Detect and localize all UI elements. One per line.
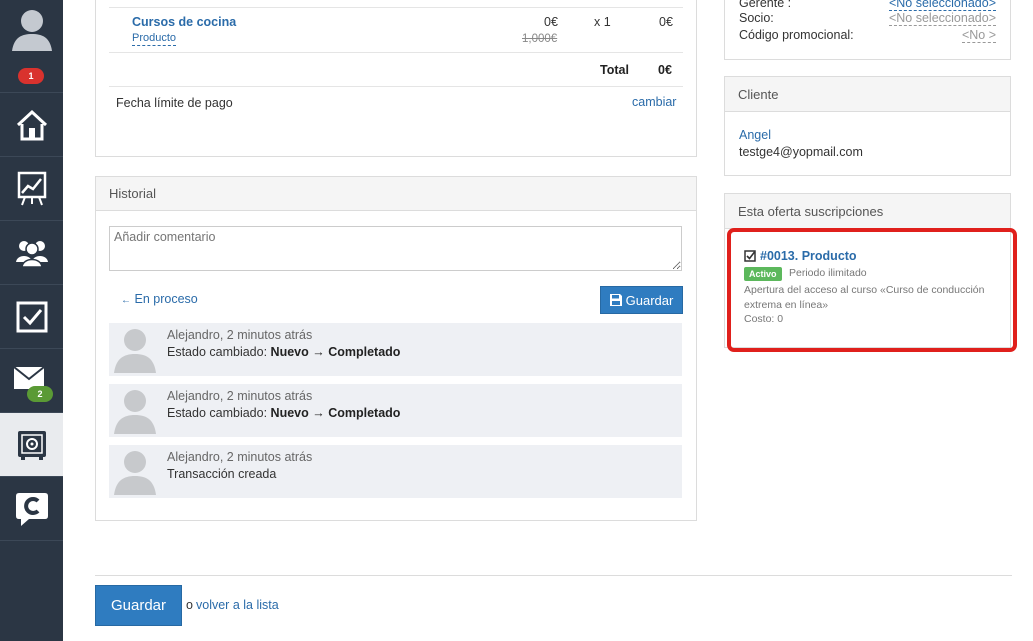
promo-label: Código promocional: <box>739 28 854 42</box>
order-panel: Cursos de cocina Producto 0€ 1,000€ x 1 … <box>95 0 697 157</box>
divider <box>109 7 683 8</box>
history-entry-from: Nuevo <box>270 406 309 420</box>
user-avatar-icon <box>114 390 156 434</box>
change-due-date-link[interactable]: cambiar <box>632 95 676 109</box>
sidebar-item-tasks[interactable] <box>0 285 63 349</box>
history-entry-author: Alejandro <box>167 450 220 464</box>
divider <box>109 86 683 87</box>
history-entry-text: Estado cambiado: Nuevo → Completado <box>167 406 400 420</box>
comment-textarea[interactable] <box>109 226 682 271</box>
checkbox-icon <box>16 301 47 332</box>
history-entry-arrow: → <box>308 345 329 359</box>
history-entry: Alejandro, 2 minutos atrás Estado cambia… <box>109 384 682 437</box>
history-entry-time: , 2 minutos atrás <box>219 450 313 464</box>
sidebar-profile[interactable]: 1 <box>0 0 63 93</box>
promo-select[interactable]: <No > <box>961 28 996 43</box>
sidebar-item-home[interactable] <box>0 93 63 157</box>
manager-select[interactable]: <No seleccionado> <box>888 0 996 11</box>
history-entry-to: Completado <box>328 406 401 420</box>
history-entry-prefix: Transacción creada <box>167 467 277 481</box>
history-entry-author: Alejandro <box>167 328 220 342</box>
client-email: testge4@yopmail.com <box>739 145 863 159</box>
order-item-type[interactable]: Producto <box>132 32 177 46</box>
subscriptions-title: Esta oferta suscripciones <box>725 194 1010 229</box>
user-avatar-icon <box>11 10 52 51</box>
history-entry-text: Transacción creada <box>167 467 276 481</box>
history-entry-text: Estado cambiado: Nuevo → Completado <box>167 345 400 359</box>
order-item-old-price: 1,000€ <box>522 33 558 45</box>
history-entry-author: Alejandro <box>167 389 220 403</box>
highlight-annotation <box>727 228 1017 352</box>
order-item-name[interactable]: Cursos de cocina <box>132 15 236 29</box>
history-entry-from: Nuevo <box>270 345 309 359</box>
history-entry-arrow: → <box>308 406 329 420</box>
history-save-label: Guardar <box>625 292 674 308</box>
history-entry-meta: Alejandro, 2 minutos atrás <box>167 389 312 403</box>
order-item-qty: x 1 <box>594 15 611 29</box>
divider <box>109 52 683 53</box>
status-link-label: En proceso <box>134 292 198 306</box>
history-entry-meta: Alejandro, 2 minutos atrás <box>167 450 312 464</box>
footer-divider <box>95 575 1012 576</box>
home-icon <box>16 109 47 140</box>
back-to-list-link[interactable]: volver a la lista <box>196 598 279 612</box>
footer-or: o <box>186 598 193 612</box>
client-panel: Cliente Angel testge4@yopmail.com <box>724 76 1011 176</box>
history-entry-time: , 2 minutos atrás <box>219 328 313 342</box>
details-panel: Gerente : <No seleccionado> Socio: <No s… <box>724 0 1011 60</box>
order-item-price: 0€ <box>544 15 558 29</box>
sidebar-item-mail[interactable]: 2 <box>0 349 63 413</box>
partner-select[interactable]: <No seleccionado> <box>888 11 996 26</box>
history-entry-time: , 2 minutos atrás <box>219 389 313 403</box>
order-total-label: Total <box>600 63 629 77</box>
client-title: Cliente <box>725 77 1010 112</box>
users-icon <box>15 240 48 268</box>
sidebar-item-reports[interactable] <box>0 157 63 221</box>
history-save-button[interactable]: Guardar <box>600 286 683 314</box>
history-entry-prefix: Estado cambiado: <box>167 345 271 359</box>
history-title: Historial <box>96 177 696 211</box>
history-entry-to: Completado <box>328 345 401 359</box>
notification-badge[interactable]: 1 <box>18 68 44 84</box>
floppy-disk-icon <box>609 294 622 306</box>
history-entry-prefix: Estado cambiado: <box>167 406 271 420</box>
history-panel: Historial ← En proceso Guardar Alejandro… <box>95 176 697 521</box>
sidebar-item-finance[interactable] <box>0 413 63 477</box>
history-entry: Alejandro, 2 minutos atrás Transacción c… <box>109 445 682 498</box>
sidebar-item-chat[interactable] <box>0 477 63 541</box>
order-item-total: 0€ <box>659 15 673 29</box>
chart-icon <box>17 171 46 205</box>
chat-logo-icon <box>15 492 48 526</box>
user-avatar-icon <box>114 329 156 373</box>
history-entry-meta: Alejandro, 2 minutos atrás <box>167 328 312 342</box>
status-link[interactable]: ← En proceso <box>121 292 198 306</box>
due-date-label: Fecha límite de pago <box>116 96 233 110</box>
order-total-value: 0€ <box>658 63 672 77</box>
sidebar: 1 2 <box>0 0 63 641</box>
mail-badge[interactable]: 2 <box>27 386 53 402</box>
safe-icon <box>17 430 46 460</box>
partner-label: Socio: <box>739 11 774 25</box>
history-entry: Alejandro, 2 minutos atrás Estado cambia… <box>109 323 682 376</box>
user-avatar-icon <box>114 451 156 495</box>
manager-label: Gerente : <box>739 0 792 10</box>
save-button[interactable]: Guardar <box>95 585 182 626</box>
arrow-left-icon: ← <box>121 295 131 306</box>
client-name-link[interactable]: Angel <box>739 128 771 142</box>
sidebar-item-users[interactable] <box>0 221 63 285</box>
